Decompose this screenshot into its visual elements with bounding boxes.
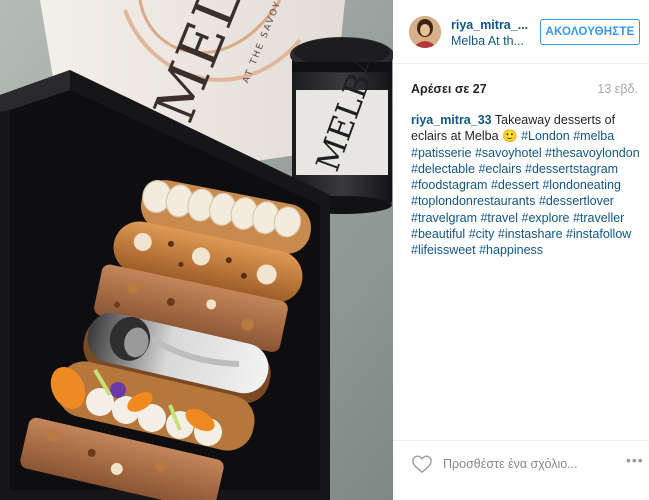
heart-outline-icon[interactable] bbox=[411, 454, 433, 474]
post-timestamp[interactable]: 13 εβδ. bbox=[597, 82, 638, 96]
more-options-icon[interactable]: ••• bbox=[626, 452, 644, 468]
post-photo[interactable]: MELBA AT THE SAVOY MELBA bbox=[0, 0, 393, 500]
post-caption: riya_mitra_33 Takeaway desserts of eclai… bbox=[411, 112, 641, 259]
follow-button[interactable]: ΑΚΟΛΟΥΘΗΣΤΕ bbox=[540, 19, 640, 45]
hashtag-link[interactable]: #dessert bbox=[491, 178, 539, 192]
hashtag-link[interactable]: #happiness bbox=[479, 243, 543, 257]
hashtag-link[interactable]: #traveller bbox=[573, 211, 624, 225]
likes-count[interactable]: Αρέσει σε 27 bbox=[411, 82, 487, 96]
hashtag-link[interactable]: #toplondonrestaurants bbox=[411, 194, 535, 208]
hashtag-link[interactable]: #lifeissweet bbox=[411, 243, 476, 257]
post-details-panel: riya_mitra_... Melba At th... ΑΚΟΛΟΥΘΗΣΤ… bbox=[393, 0, 649, 500]
username-link[interactable]: riya_mitra_... bbox=[451, 18, 528, 32]
hashtag-link[interactable]: #travelgram bbox=[411, 211, 477, 225]
hashtag-link[interactable]: #dessertstagram bbox=[525, 162, 618, 176]
hashtag-link[interactable]: #city bbox=[469, 227, 495, 241]
post-header: riya_mitra_... Melba At th... ΑΚΟΛΟΥΘΗΣΤ… bbox=[393, 0, 649, 64]
hashtag-link[interactable]: #London bbox=[521, 129, 570, 143]
avatar[interactable] bbox=[409, 16, 441, 48]
hashtag-link[interactable]: #londoneating bbox=[542, 178, 621, 192]
avatar-image bbox=[409, 16, 441, 48]
hashtag-link[interactable]: #instashare bbox=[498, 227, 563, 241]
hashtag-link[interactable]: #delectable bbox=[411, 162, 475, 176]
dessert-box-photo: MELBA AT THE SAVOY MELBA bbox=[0, 0, 393, 500]
hashtag-link[interactable]: #instafollow bbox=[566, 227, 631, 241]
hashtag-link[interactable]: #foodstagram bbox=[411, 178, 487, 192]
hashtag-link[interactable]: #dessertlover bbox=[539, 194, 614, 208]
hashtag-list: #London #melba #patisserie #savoyhotel #… bbox=[411, 129, 640, 257]
hashtag-link[interactable]: #patisserie bbox=[411, 146, 471, 160]
hashtag-link[interactable]: #savoyhotel bbox=[475, 146, 542, 160]
hashtag-link[interactable]: #explore bbox=[522, 211, 570, 225]
hashtag-link[interactable]: #travel bbox=[480, 211, 518, 225]
hashtag-link[interactable]: #melba bbox=[573, 129, 614, 143]
location-link[interactable]: Melba At th... bbox=[451, 34, 524, 48]
caption-username-link[interactable]: riya_mitra_33 bbox=[411, 113, 492, 127]
post-footer: Προσθέστε ένα σχόλιο... ••• bbox=[393, 440, 649, 500]
hashtag-link[interactable]: #eclairs bbox=[478, 162, 521, 176]
comment-input[interactable]: Προσθέστε ένα σχόλιο... bbox=[443, 457, 578, 471]
hashtag-link[interactable]: #beautiful bbox=[411, 227, 465, 241]
hashtag-link[interactable]: #thesavoylondon bbox=[545, 146, 640, 160]
